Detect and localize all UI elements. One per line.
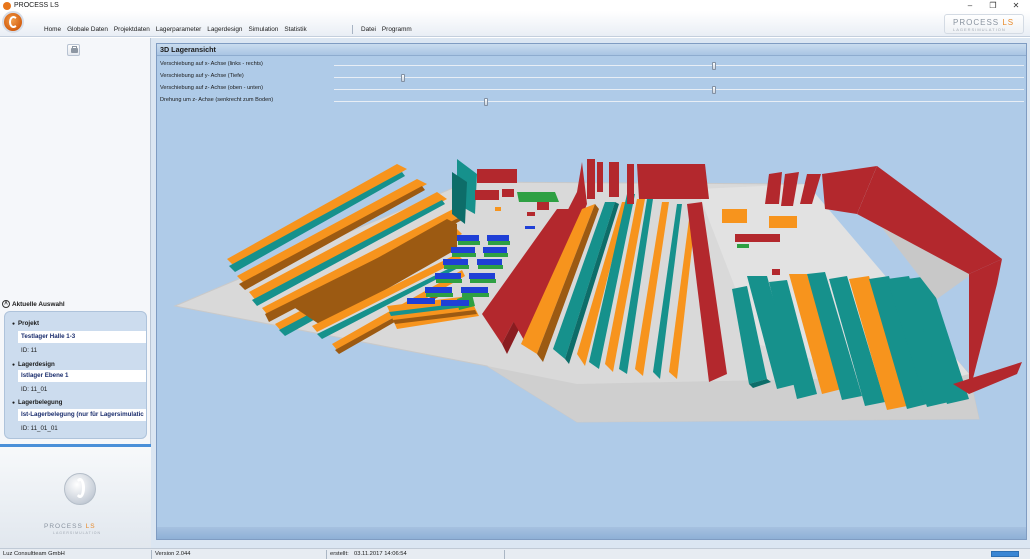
app-icon — [3, 1, 11, 10]
menu-lagerdesign[interactable]: Lagerdesign — [207, 26, 242, 33]
printer-icon — [71, 48, 78, 53]
status-company: Luz Consultteam GmbH — [3, 551, 65, 557]
logo-ls: LS — [85, 523, 96, 530]
view-title: 3D Lageransicht — [157, 44, 1026, 56]
brand-ls: LS — [1002, 18, 1015, 27]
brand-name: PROCESS — [953, 18, 1003, 27]
logo-subtitle: LAGERSIMULATION — [53, 531, 101, 535]
slider-y-track[interactable] — [334, 74, 1024, 82]
selection-header[interactable]: ˄ Aktuelle Auswahl — [2, 300, 65, 308]
main-area: 3D Lageransicht Verschiebung auf x- Achs… — [151, 38, 1030, 548]
status-bar: Luz Consultteam GmbH Version 2.044 erste… — [0, 548, 1030, 559]
menu-lagerparameter[interactable]: Lagerparameter — [156, 26, 201, 33]
menu-projektdaten[interactable]: Projektdaten — [114, 26, 150, 33]
menu-globale-daten[interactable]: Globale Daten — [67, 26, 108, 33]
slider-x-label: Verschiebung auf x- Achse (links - recht… — [160, 61, 263, 67]
menu-home[interactable]: Home — [44, 26, 61, 33]
restore-icon[interactable]: ❐ — [983, 0, 1003, 11]
left-panel: ˄ Aktuelle Auswahl Projekt Testlager Hal… — [0, 38, 151, 548]
slider-x-axis: Verschiebung auf x- Achse (links - recht… — [160, 60, 1025, 70]
slider-rotation-label: Drehung um z- Achse (senkrecht zum Boden… — [160, 97, 274, 103]
selection-design-value[interactable]: Istlager Ebene 1 — [18, 370, 146, 382]
slider-y-axis: Verschiebung auf y- Achse (Tiefe) — [160, 72, 1025, 82]
selection-project-title: Projekt — [12, 320, 39, 327]
minimize-icon[interactable]: – — [960, 0, 980, 11]
menu-simulation[interactable]: Simulation — [248, 26, 278, 33]
status-created-value: 03.11.2017 14:06:54 — [354, 551, 407, 557]
status-version: Version 2.044 — [155, 551, 191, 557]
slider-rotation-thumb[interactable] — [484, 98, 488, 106]
selection-project-value[interactable]: Testlager Halle 1-3 — [18, 331, 146, 343]
window-title: PROCESS LS — [14, 2, 59, 9]
print-button[interactable] — [67, 44, 80, 56]
slider-z-axis: Verschiebung auf z- Achse (oben - unten) — [160, 84, 1025, 94]
logo-name: PROCESS — [44, 523, 86, 530]
selection-occupancy-title: Lagerbelegung — [12, 399, 62, 406]
selection-header-label: Aktuelle Auswahl — [12, 300, 65, 308]
selection-design-title: Lagerdesign — [12, 361, 55, 368]
status-created-label: erstellt: — [330, 551, 349, 557]
slider-z-thumb[interactable] — [712, 86, 716, 94]
selection-occupancy-value[interactable]: Ist-Lagerbelegung (nur für Lagersimulati… — [18, 409, 146, 421]
app-orb-button[interactable] — [2, 11, 24, 33]
logo-area: PROCESS LS LAGERSIMULATION — [0, 447, 151, 548]
brand-logo: PROCESS LS LAGERSIMULATION — [944, 14, 1024, 34]
slider-rotation-track[interactable] — [334, 98, 1024, 106]
brand-subtitle: LAGERSIMULATION — [953, 27, 1006, 32]
slider-z-track[interactable] — [334, 86, 1024, 94]
menu-datei[interactable]: Datei — [361, 26, 376, 33]
slider-rotation: Drehung um z- Achse (senkrecht zum Boden… — [160, 96, 1025, 106]
menu-bar: Home Globale Daten Projektdaten Lagerpar… — [0, 11, 1030, 37]
selection-project-id: ID: 11 — [21, 347, 38, 354]
selection-box: Projekt Testlager Halle 1-3 ID: 11 Lager… — [4, 311, 147, 439]
menu-statistik[interactable]: Statistik — [284, 26, 306, 33]
menu-programm[interactable]: Programm — [382, 26, 412, 33]
3d-warehouse-scene[interactable] — [157, 44, 1026, 539]
slider-x-thumb[interactable] — [712, 62, 716, 70]
slider-y-label: Verschiebung auf y- Achse (Tiefe) — [160, 73, 244, 79]
title-bar: PROCESS LS – ❐ ✕ — [0, 0, 1030, 11]
process-ls-logo — [64, 473, 96, 505]
close-icon[interactable]: ✕ — [1006, 0, 1026, 11]
file-menu: Datei Programm — [361, 26, 418, 33]
collapse-icon[interactable]: ˄ — [2, 300, 10, 308]
main-menu: Home Globale Daten Projektdaten Lagerpar… — [44, 26, 313, 33]
3d-view-panel: 3D Lageransicht Verschiebung auf x- Achs… — [156, 43, 1027, 540]
selection-design-id: ID: 11_01 — [21, 386, 48, 393]
selection-occupancy-id: ID: 11_01_01 — [21, 425, 58, 432]
menu-separator — [352, 25, 353, 34]
status-progress — [991, 551, 1019, 557]
slider-z-label: Verschiebung auf z- Achse (oben - unten) — [160, 85, 263, 91]
view-bottom-strip — [157, 527, 1026, 539]
slider-y-thumb[interactable] — [401, 74, 405, 82]
slider-x-track[interactable] — [334, 62, 1024, 70]
